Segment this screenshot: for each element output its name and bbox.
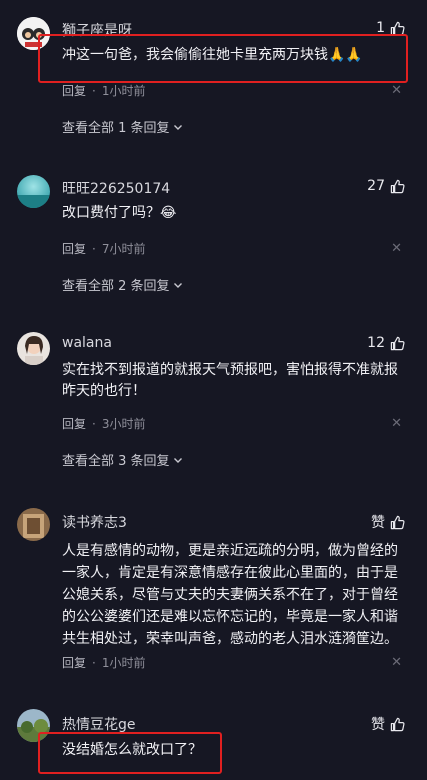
expand-replies-button[interactable]: 查看全部 2 条回复 xyxy=(62,275,183,294)
highlight-box xyxy=(38,34,408,83)
avatar[interactable] xyxy=(17,175,50,208)
expand-replies-label: 查看全部 2 条回复 xyxy=(62,279,170,294)
username[interactable]: 旺旺226250174 xyxy=(62,178,170,198)
avatar[interactable] xyxy=(17,508,50,541)
chevron-down-icon xyxy=(173,124,182,130)
comment-meta: 回复 · 1小时前 xyxy=(62,82,146,99)
username[interactable]: 读书养志3 xyxy=(62,512,127,532)
username[interactable]: walana xyxy=(62,335,112,351)
reply-button[interactable]: 回复 xyxy=(62,240,86,257)
thumbs-up-icon xyxy=(390,717,405,731)
comment-meta: 回复 · 3小时前 xyxy=(62,415,146,432)
expand-replies-button[interactable]: 查看全部 3 条回复 xyxy=(62,450,183,469)
timestamp: 3小时前 xyxy=(101,417,146,431)
like-button[interactable]: 12 xyxy=(367,335,405,351)
avatar[interactable] xyxy=(17,332,50,365)
like-button[interactable]: 赞 xyxy=(371,714,405,734)
comment-text: 改口费付了吗？😂 xyxy=(62,205,177,221)
comment-meta: 回复 · 7小时前 xyxy=(62,240,146,257)
expand-replies-label: 查看全部 3 条回复 xyxy=(62,454,170,469)
like-count: 27 xyxy=(367,178,385,194)
highlight-box xyxy=(38,732,222,774)
like-button[interactable]: 赞 xyxy=(371,512,405,532)
username[interactable]: 热情豆花ge xyxy=(62,714,136,734)
thumbs-up-icon xyxy=(390,515,405,529)
close-icon[interactable]: ✕ xyxy=(391,83,402,98)
reply-button[interactable]: 回复 xyxy=(62,82,86,99)
chevron-down-icon xyxy=(173,282,182,288)
close-icon[interactable]: ✕ xyxy=(391,241,402,256)
comment-meta: 回复 · 1小时前 xyxy=(62,654,146,671)
thumbs-up-icon xyxy=(390,336,405,350)
reply-button[interactable]: 回复 xyxy=(62,415,86,432)
expand-replies-button[interactable]: 查看全部 1 条回复 xyxy=(62,117,183,136)
close-icon[interactable]: ✕ xyxy=(391,655,402,670)
expand-replies-label: 查看全部 1 条回复 xyxy=(62,121,170,136)
reply-button[interactable]: 回复 xyxy=(62,654,86,671)
like-label: 赞 xyxy=(371,717,385,733)
timestamp: 1小时前 xyxy=(101,84,146,98)
like-label: 赞 xyxy=(371,515,385,531)
comment-text: 实在找不到报道的就报天气预报吧，害怕报得不准就报昨天的也行！ xyxy=(62,362,398,399)
chevron-down-icon xyxy=(173,457,182,463)
timestamp: 1小时前 xyxy=(101,656,146,670)
timestamp: 7小时前 xyxy=(101,242,146,256)
like-count: 12 xyxy=(367,335,385,351)
comment-text: 人是有感情的动物，更是亲近远疏的分明，做为曾经的一家人，肯定是有深意情感存在彼此… xyxy=(62,543,398,647)
like-button[interactable]: 27 xyxy=(367,178,405,194)
close-icon[interactable]: ✕ xyxy=(391,416,402,431)
thumbs-up-icon xyxy=(390,179,405,193)
